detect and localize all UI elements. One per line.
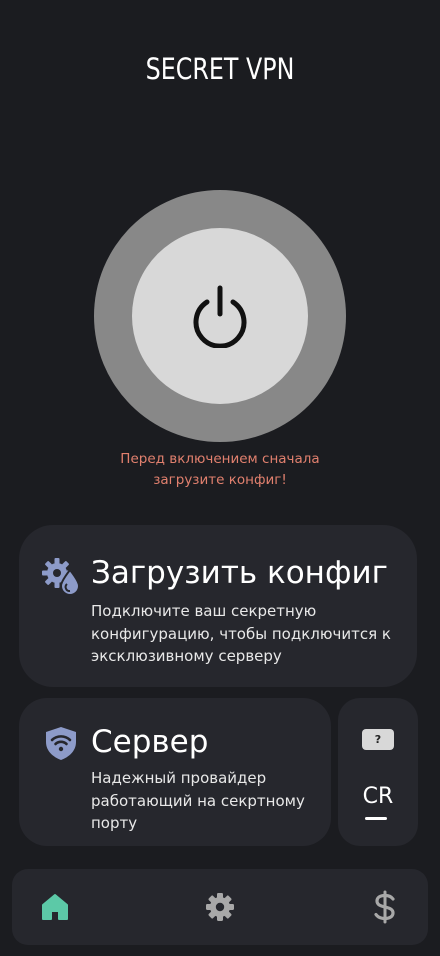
power-button[interactable] bbox=[94, 190, 346, 442]
app-title: SECRET VPN bbox=[145, 52, 295, 86]
gear-drop-icon bbox=[39, 556, 83, 600]
gear-icon bbox=[206, 893, 234, 921]
server-desc-line-3: порту bbox=[91, 814, 138, 832]
nav-settings[interactable] bbox=[202, 889, 238, 925]
server-description: Надежный провайдер работающий на секртно… bbox=[91, 767, 305, 835]
power-button-inner[interactable] bbox=[132, 228, 308, 404]
country-selector[interactable]: ? CR bbox=[338, 698, 418, 846]
server-title: Сервер bbox=[91, 724, 209, 760]
flag-placeholder: ? bbox=[362, 729, 394, 750]
warning-line-1: Перед включением сначала bbox=[120, 451, 320, 467]
server-desc-line-2: работающий на секртному bbox=[91, 791, 305, 810]
load-config-title: Загрузить конфиг bbox=[91, 555, 388, 591]
server-desc-line-1: Надежный провайдер bbox=[91, 769, 267, 787]
power-icon bbox=[193, 285, 247, 348]
load-config-description: Подключите ваш секретную конфигурацию, ч… bbox=[91, 600, 391, 668]
country-underline bbox=[365, 817, 387, 820]
load-config-card[interactable]: Загрузить конфиг Подключите ваш секретну… bbox=[19, 525, 417, 687]
warning-message: Перед включением сначала загрузите конфи… bbox=[0, 449, 440, 491]
home-icon bbox=[42, 894, 68, 920]
bottom-navigation bbox=[12, 869, 428, 945]
load-config-desc-line-2: конфигурацию, чтобы подключится к bbox=[91, 624, 391, 643]
nav-home[interactable] bbox=[37, 889, 73, 925]
shield-wifi-icon bbox=[43, 725, 79, 765]
load-config-desc-line-3: эксклюзивному серверу bbox=[91, 647, 282, 665]
nav-pricing[interactable] bbox=[367, 889, 403, 925]
load-config-desc-line-1: Подключите ваш секретную bbox=[91, 602, 317, 620]
country-code: CR bbox=[362, 784, 394, 809]
warning-line-2: загрузите конфиг! bbox=[153, 472, 287, 488]
server-card[interactable]: Сервер Надежный провайдер работающий на … bbox=[19, 698, 331, 846]
dollar-icon bbox=[374, 890, 395, 924]
